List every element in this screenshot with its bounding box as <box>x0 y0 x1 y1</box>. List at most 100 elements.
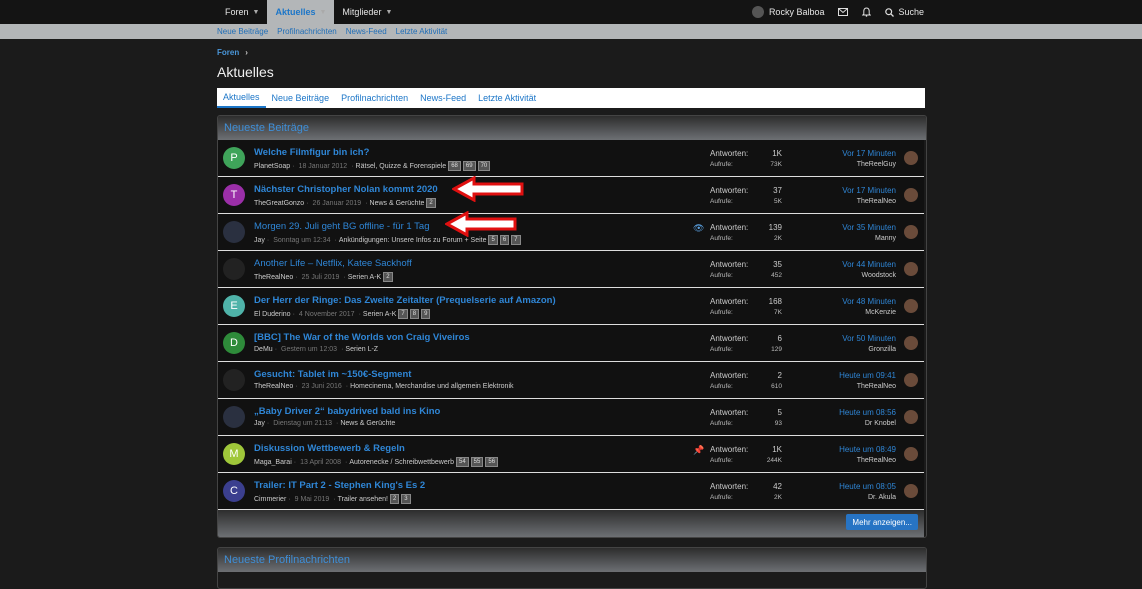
nav-tab-foren[interactable]: Foren ▼ <box>217 0 267 24</box>
last-post-time[interactable]: Vor 48 Minuten <box>842 297 896 306</box>
avatar[interactable] <box>904 447 918 461</box>
avatar[interactable] <box>223 369 245 391</box>
last-post-time[interactable]: Heute um 08:05 <box>839 482 896 491</box>
thread-forum[interactable]: Homecinema, Merchandise und allgemein El… <box>350 383 513 390</box>
avatar[interactable] <box>904 484 918 498</box>
page-link[interactable]: 55 <box>470 457 484 467</box>
thread-date[interactable]: 13 April 2008 <box>300 459 341 466</box>
subnav-latest-activity[interactable]: Letzte Aktivität <box>396 27 448 36</box>
last-poster[interactable]: TheRealNeo <box>857 457 896 464</box>
thread-date[interactable]: 4 November 2017 <box>299 311 355 318</box>
last-post-time[interactable]: Heute um 08:56 <box>839 408 896 417</box>
tab-letzte-aktivitaet[interactable]: Letzte Aktivität <box>472 88 542 108</box>
page-link[interactable]: 9 <box>421 309 431 319</box>
avatar[interactable]: T <box>223 184 245 206</box>
thread-title[interactable]: Trailer: IT Part 2 - Stephen King's Es 2 <box>254 480 425 491</box>
avatar[interactable] <box>223 221 245 243</box>
last-post-time[interactable]: Heute um 08:49 <box>839 445 896 454</box>
page-link[interactable]: 69 <box>462 161 476 171</box>
page-link[interactable]: 2 <box>389 494 400 504</box>
last-post-time[interactable]: Vor 17 Minuten <box>842 186 896 195</box>
subnav-profile-posts[interactable]: Profilnachrichten <box>277 27 337 36</box>
thread-title[interactable]: [BBC] The War of the Worlds von Craig Vi… <box>254 332 470 343</box>
chevron-down-icon[interactable]: ▼ <box>253 9 260 16</box>
thread-forum[interactable]: Serien A-K <box>348 274 381 281</box>
last-post-time[interactable]: Vor 50 Minuten <box>842 334 896 343</box>
tab-news-feed[interactable]: News-Feed <box>414 88 472 108</box>
search-button[interactable]: Suche <box>885 7 924 17</box>
page-link[interactable]: 54 <box>455 457 469 467</box>
last-poster[interactable]: McKenzie <box>865 309 896 316</box>
subnav-new-posts[interactable]: Neue Beiträge <box>217 27 268 36</box>
page-link[interactable]: 8 <box>409 309 420 319</box>
thread-date[interactable]: 26 Januar 2019 <box>313 200 362 207</box>
inbox-icon[interactable] <box>838 8 849 16</box>
avatar[interactable] <box>904 151 918 165</box>
avatar[interactable] <box>904 299 918 313</box>
tab-aktuelles[interactable]: Aktuelles <box>217 88 266 108</box>
thread-author[interactable]: Maga_Barai <box>254 459 292 466</box>
thread-forum[interactable]: News & Gerüchte <box>370 200 425 207</box>
chevron-down-icon[interactable]: ▼ <box>385 9 392 16</box>
avatar[interactable]: C <box>223 480 245 502</box>
thread-author[interactable]: TheGreatGonzo <box>254 200 304 207</box>
thread-title[interactable]: Morgen 29. Juli geht BG offline - für 1 … <box>254 221 430 232</box>
avatar[interactable] <box>904 410 918 424</box>
last-post-time[interactable]: Vor 17 Minuten <box>842 149 896 158</box>
page-link[interactable]: 2 <box>383 272 393 282</box>
avatar[interactable] <box>904 262 918 276</box>
avatar[interactable] <box>223 258 245 280</box>
thread-author[interactable]: TheRealNeo <box>254 274 293 281</box>
last-poster[interactable]: TheReelGuy <box>857 161 896 168</box>
thread-forum[interactable]: Rätsel, Quizze & Forenspiele <box>356 163 447 170</box>
thread-date[interactable]: 9 Mai 2019 <box>295 496 330 503</box>
thread-title[interactable]: Nächster Christopher Nolan kommt 2020 <box>254 184 438 195</box>
last-post-time[interactable]: Vor 44 Minuten <box>842 260 896 269</box>
avatar[interactable] <box>904 188 918 202</box>
last-poster[interactable]: TheRealNeo <box>857 198 896 205</box>
thread-date[interactable]: 25 Juli 2019 <box>302 274 340 281</box>
last-poster[interactable]: Dr Knobel <box>865 420 896 427</box>
thread-author[interactable]: Jay <box>254 237 265 244</box>
subnav-news-feed[interactable]: News-Feed <box>346 27 387 36</box>
thread-forum[interactable]: Serien L-Z <box>345 346 378 353</box>
nav-tab-aktuelles[interactable]: Aktuelles ▼ <box>267 0 335 24</box>
chevron-down-icon[interactable]: ▼ <box>319 9 326 16</box>
thread-title[interactable]: Diskussion Wettbewerb & Regeln <box>254 443 405 454</box>
avatar[interactable]: P <box>223 147 245 169</box>
nav-tab-mitglieder[interactable]: Mitglieder ▼ <box>334 0 400 24</box>
thread-title[interactable]: „Baby Driver 2“ babydrived bald ins Kino <box>254 406 440 417</box>
avatar[interactable] <box>223 406 245 428</box>
thread-forum[interactable]: Autorenecke / Schreibwettbewerb <box>349 459 454 466</box>
thread-forum[interactable]: News & Gerüchte <box>340 420 395 427</box>
thread-author[interactable]: Cimmerier <box>254 496 286 503</box>
block-title[interactable]: Neueste Beiträge <box>218 116 926 140</box>
last-poster[interactable]: Dr. Akula <box>868 494 896 501</box>
thread-title[interactable]: Welche Filmfigur bin ich? <box>254 147 369 158</box>
block-title[interactable]: Neueste Profilnachrichten <box>218 548 926 572</box>
thread-forum[interactable]: Trailer ansehen! <box>338 496 388 503</box>
page-link[interactable]: 56 <box>485 457 499 467</box>
thread-date[interactable]: 23 Juni 2016 <box>302 383 342 390</box>
avatar[interactable] <box>904 373 918 387</box>
thread-title[interactable]: Der Herr der Ringe: Das Zweite Zeitalter… <box>254 295 556 306</box>
thread-date[interactable]: Dienstag um 21:13 <box>273 420 332 427</box>
thread-date[interactable]: Sonntag um 12:34 <box>273 237 330 244</box>
page-link[interactable]: 2 <box>426 198 436 208</box>
breadcrumb-foren[interactable]: Foren <box>217 48 239 57</box>
last-poster[interactable]: Manny <box>875 235 896 242</box>
last-post-time[interactable]: Heute um 09:41 <box>839 371 896 380</box>
last-poster[interactable]: TheRealNeo <box>857 383 896 390</box>
avatar[interactable] <box>904 225 918 239</box>
page-link[interactable]: 70 <box>477 161 491 171</box>
page-link[interactable]: 7 <box>398 309 408 319</box>
page-link[interactable]: 68 <box>448 161 461 171</box>
bell-icon[interactable] <box>862 7 872 17</box>
tab-neue-beitraege[interactable]: Neue Beiträge <box>266 88 336 108</box>
last-poster[interactable]: Gronzilla <box>868 346 896 353</box>
avatar[interactable]: D <box>223 332 245 354</box>
thread-title[interactable]: Another Life – Netflix, Katee Sackhoff <box>254 258 412 269</box>
thread-title[interactable]: Gesucht: Tablet im ~150€-Segment <box>254 369 411 380</box>
show-more-button[interactable]: Mehr anzeigen... <box>846 514 918 530</box>
avatar[interactable] <box>904 336 918 350</box>
